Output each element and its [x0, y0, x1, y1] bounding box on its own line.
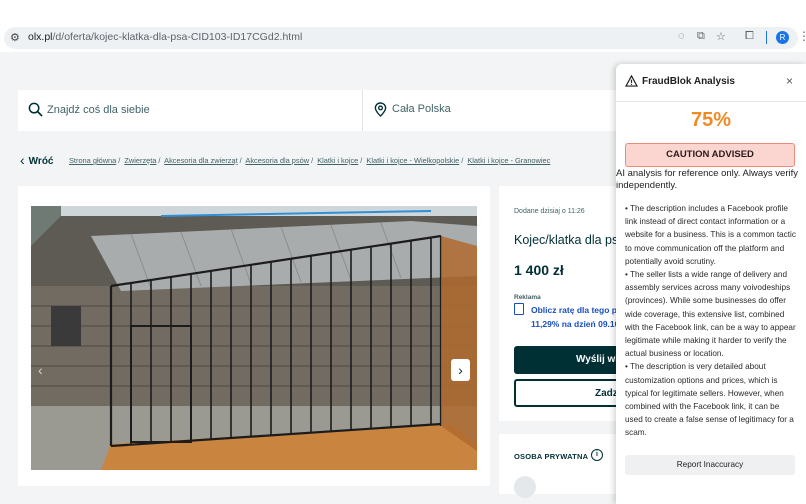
analysis-point: • The description includes a Facebook pr… [625, 204, 796, 266]
seller-avatar [514, 476, 536, 498]
search-icon [28, 102, 43, 117]
profile-avatar[interactable]: R [776, 31, 789, 44]
toolbar-divider [766, 31, 767, 44]
risk-score: 75% [690, 109, 732, 131]
breadcrumb-cages-region[interactable]: Klatki i kojce - Wielkopolskie [366, 156, 459, 165]
back-link[interactable]: ‹ Wróć [20, 152, 54, 168]
listing-title: Kojec/klatka dla psa [514, 233, 626, 247]
image-gallery [18, 186, 490, 486]
posted-date: Dodane dzisiaj o 11:26 [514, 208, 585, 215]
installment-rate[interactable]: 11,29% na dzień 09.10. [531, 319, 622, 329]
eye-off-icon[interactable]: ◌ [678, 30, 685, 42]
search-field[interactable]: Znajdź coś dla siebie [18, 90, 363, 131]
warning-icon [625, 75, 638, 87]
analysis-point: • The description is very detailed about… [625, 362, 794, 438]
url-text[interactable]: olx.pl/d/oferta/kojec-klatka-dla-psa-CID… [28, 31, 302, 43]
chevron-right-icon: › [458, 362, 463, 378]
seller-type: OSOBA PRYWATNA [514, 452, 589, 461]
listing-info-card: Dodane dzisiaj o 11:26 Kojec/klatka dla … [499, 186, 634, 421]
browser-chrome: ⚙ olx.pl/d/oferta/kojec-klatka-dla-psa-C… [0, 0, 806, 52]
listing-photo[interactable] [31, 206, 477, 470]
disclaimer-text: AI analysis for reference only. Always v… [616, 168, 798, 191]
panel-title: FraudBlok Analysis [642, 76, 735, 87]
analysis-point: • The seller lists a wide range of deliv… [625, 270, 796, 359]
chevron-left-icon: ‹ [20, 152, 25, 168]
location-pin-icon [374, 102, 387, 117]
breadcrumb-pet-accessories[interactable]: Akcesoria dla zwierząt [164, 156, 238, 165]
seller-card: OSOBA PRYWATNA i [499, 434, 629, 498]
analysis-list: • The description includes a Facebook pr… [625, 202, 797, 452]
location-input[interactable]: Cała Polska [392, 103, 451, 115]
status-badge: CAUTION ADVISED [625, 143, 795, 167]
installment-link[interactable]: Oblicz ratę dla tego p [531, 305, 617, 315]
report-inaccuracy-button[interactable]: Report Inaccuracy [625, 455, 795, 475]
extensions-icon[interactable]: ⧠ [745, 30, 754, 43]
translate-icon[interactable]: ⧉ [697, 30, 705, 43]
bookmark-star-icon[interactable]: ☆ [716, 30, 726, 43]
info-icon[interactable]: i [591, 449, 603, 461]
breadcrumb-dog-accessories[interactable]: Akcesoria dla psów [245, 156, 309, 165]
breadcrumb-animals[interactable]: Zwierzęta [124, 156, 156, 165]
prev-photo-icon[interactable]: ‹ [38, 362, 43, 378]
breadcrumb-home[interactable]: Strona główna [69, 156, 116, 165]
search-bar: Znajdź coś dla siebie Cała Polska [18, 90, 618, 131]
breadcrumb: Strona główna / Zwierzęta / Akcesoria dla … [69, 156, 551, 165]
next-photo-button[interactable]: › [451, 359, 470, 381]
fraudblok-panel: FraudBlok Analysis × 75% CAUTION ADVISED… [616, 64, 806, 504]
breadcrumb-cages[interactable]: Klatki i kojce [317, 156, 358, 165]
listing-price: 1 400 zł [514, 262, 564, 278]
calculator-icon [514, 303, 524, 315]
site-settings-icon[interactable]: ⚙ [10, 31, 20, 44]
search-input[interactable]: Znajdź coś dla siebie [47, 104, 150, 116]
panel-header: FraudBlok Analysis × [616, 64, 806, 102]
menu-kebab-icon[interactable]: ⋮ [798, 29, 806, 43]
breadcrumb-cages-town[interactable]: Klatki i kojce - Granowiec [467, 156, 550, 165]
ad-label: Reklama [514, 294, 541, 301]
close-icon[interactable]: × [786, 74, 793, 88]
